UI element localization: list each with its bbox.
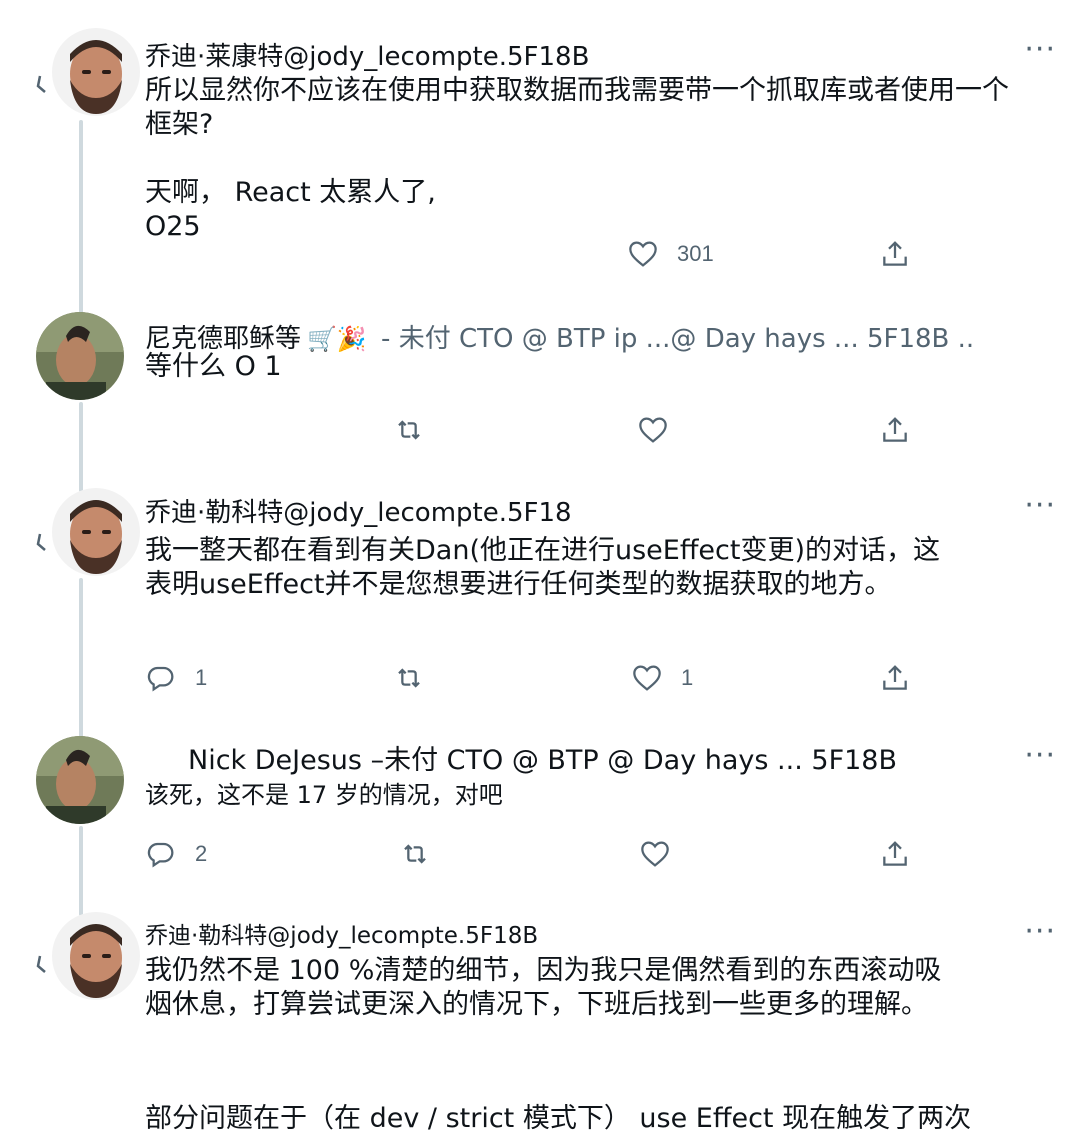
text-line: 所以显然你不应该在使用中获取数据而我需要带一个抓取库或者使用一个 — [145, 75, 1009, 106]
retweet-button[interactable] — [393, 410, 425, 450]
like-button[interactable]: 1 — [631, 658, 693, 698]
text-line: 天啊， React 太累人了, — [145, 177, 436, 208]
avatar-bearded-man-image — [52, 912, 140, 1000]
share-icon — [883, 241, 907, 266]
like-count: 301 — [677, 241, 714, 266]
tweet-header: 乔迪·勒科特@jody_lecompte.5F18B — [145, 916, 1010, 950]
text-line — [145, 1056, 1042, 1102]
retweet-icon — [398, 420, 420, 440]
share-button[interactable] — [879, 410, 911, 450]
text-line: 等什么 O 1 — [145, 351, 282, 382]
tweet-text: 我仍然不是 100 %清楚的细节，因为我只是偶然看到的东西滚动吸 烟休息，打算尝… — [145, 954, 1042, 1136]
reply-count: 1 — [195, 665, 208, 690]
reply-mark-icon — [36, 75, 46, 93]
text-line: 烟休息，打算尝试更深入的情况下，下班后找到一些更多的理解。 — [145, 989, 928, 1020]
tweet-actions: 1 1 — [145, 658, 945, 698]
tweet-header: 乔迪·勒科特@jody_lecompte.5F18 — [145, 492, 1010, 529]
share-icon — [883, 417, 907, 442]
more-options-icon[interactable]: ··· — [1024, 35, 1056, 65]
reply-icon — [147, 842, 174, 868]
text-line — [145, 1022, 1042, 1056]
like-icon — [639, 417, 667, 443]
avatar[interactable] — [52, 488, 140, 576]
author-name[interactable]: 乔迪·勒科特@jody_lecompte.5F18 — [145, 498, 572, 528]
avatar[interactable] — [52, 28, 140, 116]
avatar[interactable] — [36, 312, 124, 400]
avatar-bearded-man-image — [52, 28, 140, 116]
retweet-button[interactable] — [393, 658, 425, 698]
retweet-icon — [404, 844, 426, 864]
author-name[interactable]: Nick DeJesus –未付 CTO @ BTP @ Day hays ..… — [188, 745, 897, 776]
reply-mark-icon — [36, 955, 46, 973]
avatar[interactable] — [36, 736, 124, 824]
text-line: 部分问题在于（在 dev / strict 模式下） use Effect 现在… — [145, 1103, 972, 1134]
avatar-mohawk-man-image — [36, 736, 124, 824]
text-line: 表明useEffect并不是您想要进行任何类型的数据获取的地方。 — [145, 569, 892, 600]
like-button[interactable] — [639, 834, 671, 874]
text-line: 框架? — [145, 109, 214, 140]
share-icon — [883, 841, 907, 866]
reply-button[interactable]: 2 — [145, 834, 207, 874]
reply-button[interactable]: 1 — [145, 658, 207, 698]
tweet-header: Nick DeJesus –未付 CTO @ BTP @ Day hays ..… — [188, 738, 1010, 777]
author-name[interactable]: 乔迪·莱康特@jody_lecompte.5F18B — [145, 42, 589, 72]
retweet-icon — [398, 668, 420, 688]
like-button[interactable]: 301 — [627, 234, 714, 274]
share-button[interactable] — [879, 834, 911, 874]
tweet-4[interactable]: Nick DeJesus –未付 CTO @ BTP @ Day hays ..… — [0, 720, 1080, 900]
tweet-text: 所以显然你不应该在使用中获取数据而我需要带一个抓取库或者使用一个 框架? 天啊，… — [145, 74, 1042, 244]
more-options-icon[interactable]: ··· — [1024, 917, 1056, 947]
reply-mark-icon — [36, 533, 46, 551]
text-line — [145, 142, 1042, 176]
text-line: 我仍然不是 100 %清楚的细节，因为我只是偶然看到的东西滚动吸 — [145, 955, 942, 986]
like-button[interactable] — [637, 410, 669, 450]
tweet-text: 等什么 O 1 — [145, 350, 1042, 384]
author-name[interactable]: 乔迪·勒科特@jody_lecompte.5F18B — [145, 923, 538, 949]
like-icon — [629, 241, 657, 267]
reply-icon — [147, 666, 174, 692]
share-button[interactable] — [879, 658, 911, 698]
like-count: 1 — [681, 665, 694, 690]
like-icon — [641, 841, 669, 867]
tweet-5[interactable]: 乔迪·勒科特@jody_lecompte.5F18B ··· 我仍然不是 100… — [0, 900, 1080, 1140]
tweet-header: 乔迪·莱康特@jody_lecompte.5F18B — [145, 36, 1010, 73]
tweet-actions: 2 — [145, 834, 945, 874]
share-button[interactable] — [879, 234, 911, 274]
like-icon — [633, 665, 661, 691]
tweet-text: 我一整天都在看到有关Dan(他正在进行useEffect变更)的对话，这 表明u… — [145, 534, 1042, 602]
more-options-icon[interactable]: ··· — [1024, 741, 1056, 771]
tweet-actions: 301 — [145, 234, 945, 274]
tweet-text: 该死，这不是 17 岁的情况，对吧 — [145, 778, 1042, 812]
reply-count: 2 — [195, 841, 208, 866]
text-line: 该死，这不是 17 岁的情况，对吧 — [145, 781, 503, 809]
text-line: 我一整天都在看到有关Dan(他正在进行useEffect变更)的对话，这 — [145, 535, 941, 566]
tweet-2[interactable]: 尼克德耶稣等 🛒🎉 - 未付 CTO @ BTP ip ...@ Day hays… — [0, 300, 1080, 470]
share-icon — [883, 665, 907, 690]
avatar-mohawk-man-image — [36, 312, 124, 400]
avatar[interactable] — [52, 912, 140, 1000]
more-options-icon[interactable]: ··· — [1024, 491, 1056, 521]
tweet-1[interactable]: 乔迪·莱康特@jody_lecompte.5F18B ··· 所以显然你不应该在… — [0, 0, 1080, 300]
cart-party-emoji: 🛒🎉 — [307, 325, 367, 353]
retweet-button[interactable] — [399, 834, 431, 874]
avatar-bearded-man-image — [52, 488, 140, 576]
tweet-actions — [145, 410, 945, 450]
tweet-3[interactable]: 乔迪·勒科特@jody_lecompte.5F18 ··· 我一整天都在看到有关… — [0, 470, 1080, 720]
